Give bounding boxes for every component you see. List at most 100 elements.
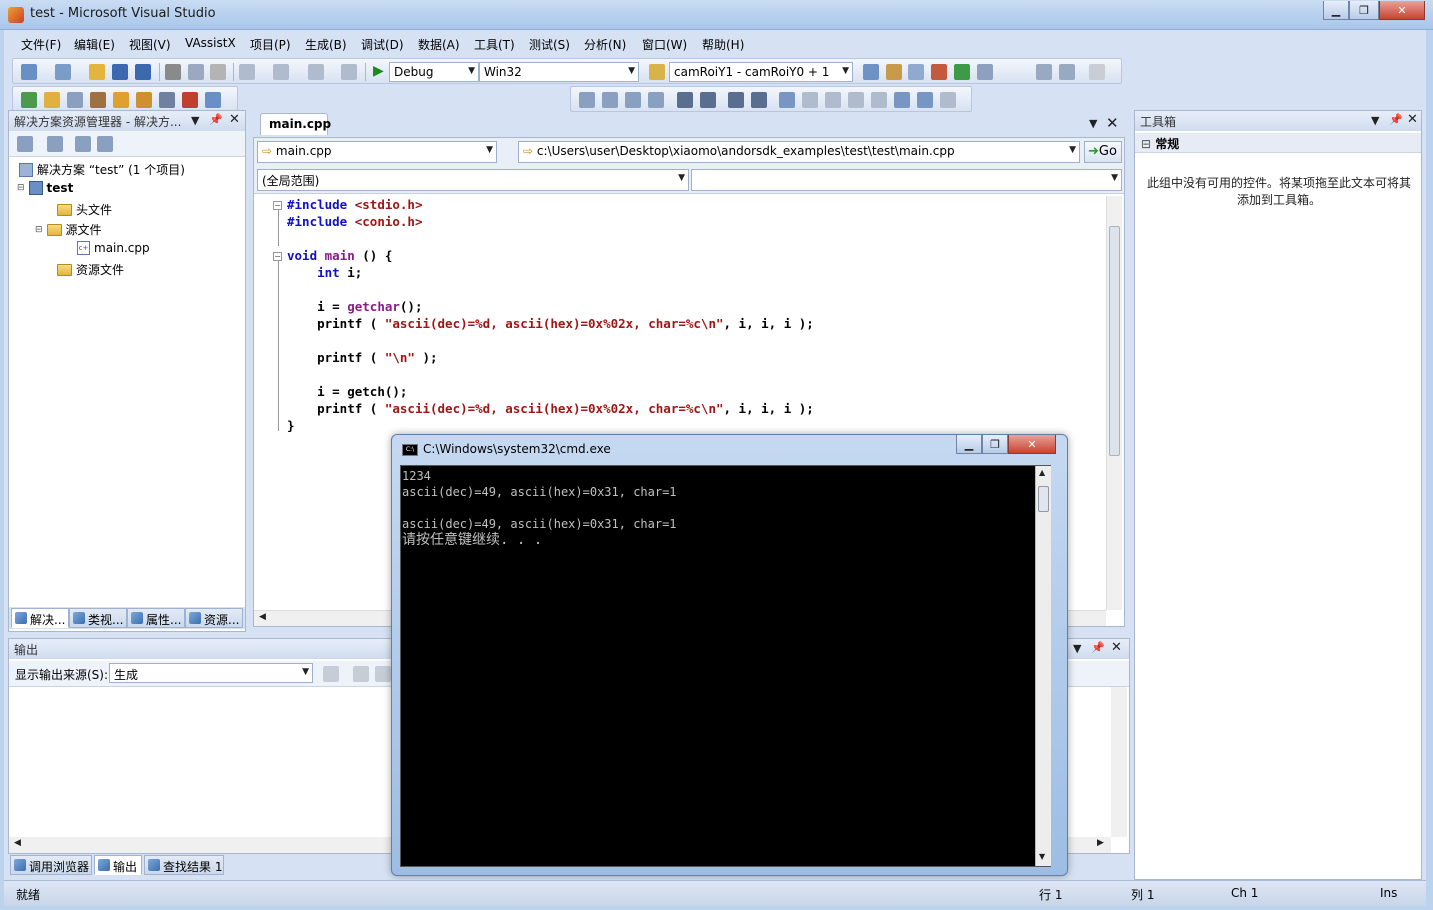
cmd-console[interactable]: 1234 ascii(dec)=49, ascii(hex)=0x31, cha…	[400, 465, 1051, 867]
comment-icon[interactable]	[728, 92, 744, 108]
platform-combo[interactable]: Win32 ▼	[479, 62, 639, 82]
display-members-icon[interactable]	[579, 92, 595, 108]
quick-info-icon[interactable]	[625, 92, 641, 108]
cut-icon[interactable]	[165, 64, 181, 80]
toolbox-group-general[interactable]: ⊟ 常规	[1135, 133, 1421, 153]
prev-bookmark-icon[interactable]	[802, 92, 818, 108]
refactor-icon[interactable]	[67, 92, 83, 108]
find-symbol-icon[interactable]	[90, 92, 106, 108]
header-files-folder[interactable]: 头文件	[57, 201, 112, 218]
scroll-up-icon[interactable]: ▲	[1039, 468, 1045, 477]
find-previous-icon[interactable]	[353, 666, 369, 682]
auto-hide-pin-icon[interactable]: 📌	[1389, 113, 1403, 126]
maximize-button[interactable]: ❐	[1349, 1, 1379, 20]
tab-resources[interactable]: 资源...	[185, 608, 243, 628]
add-item-icon[interactable]	[55, 64, 71, 80]
find-combo[interactable]: camRoiY1 - camRoiY0 + 1 ▼	[669, 62, 853, 82]
navigate-forward-icon[interactable]	[341, 64, 357, 80]
solution-node[interactable]: 解决方案 “test” (1 个项目)	[19, 161, 185, 178]
cmd-maximize-button[interactable]: ❐	[982, 435, 1008, 454]
main-cpp-file[interactable]: c+ main.cpp	[77, 241, 150, 255]
start-debugging-icon[interactable]: ▶	[373, 63, 384, 79]
menu-project[interactable]: 项目(P)	[250, 36, 291, 53]
navigate-back-icon[interactable]	[308, 64, 324, 80]
tab-solution[interactable]: 解决...	[11, 608, 69, 628]
insert-snippet-icon[interactable]	[159, 92, 175, 108]
menu-build[interactable]: 生成(B)	[305, 36, 347, 53]
tab-main-cpp[interactable]: main.cpp	[260, 113, 331, 135]
open-solution-icon[interactable]	[44, 92, 60, 108]
start-page-icon[interactable]	[954, 64, 970, 80]
list-methods-icon[interactable]	[136, 92, 152, 108]
show-all-files-icon[interactable]	[47, 136, 63, 152]
view-code-icon[interactable]	[75, 136, 91, 152]
toggle-bookmark-icon[interactable]	[779, 92, 795, 108]
menu-vassistx[interactable]: VAssistX	[185, 36, 236, 50]
menu-analyze[interactable]: 分析(N)	[584, 36, 626, 53]
menu-edit[interactable]: 编辑(E)	[74, 36, 115, 53]
fold-toggle-icon[interactable]: −	[273, 252, 282, 261]
complete-word-icon[interactable]	[648, 92, 664, 108]
members-combo[interactable]: ▼	[691, 169, 1122, 191]
menu-tools[interactable]: 工具(T)	[474, 36, 515, 53]
scroll-down-icon[interactable]: ▼	[1039, 852, 1045, 861]
close-icon[interactable]: ✕	[1106, 114, 1119, 132]
resource-files-folder[interactable]: 资源文件	[57, 261, 124, 278]
properties-icon[interactable]	[17, 136, 33, 152]
next-bookmark-icon[interactable]	[825, 92, 841, 108]
prev-bookmark-folder-icon[interactable]	[848, 92, 864, 108]
tab-call-browser[interactable]: 调用浏览器	[10, 855, 92, 875]
toolbox-icon[interactable]	[931, 64, 947, 80]
undo-icon[interactable]	[239, 64, 255, 80]
menu-help[interactable]: 帮助(H)	[702, 36, 744, 53]
tab-class-view[interactable]: 类视...	[69, 608, 127, 628]
close-icon[interactable]: ✕	[229, 112, 240, 127]
scrollbar-thumb[interactable]	[1038, 486, 1049, 512]
window-position-icon[interactable]: ▼	[191, 114, 199, 127]
path-combo[interactable]: ⇨ c:\Users\user\Desktop\xiaomo\andorsdk_…	[518, 141, 1080, 163]
redo-icon[interactable]	[273, 64, 289, 80]
next-bookmark-folder-icon[interactable]	[871, 92, 887, 108]
scroll-right-icon[interactable]: ▶	[1097, 838, 1104, 848]
collapse-icon[interactable]: ⊟	[17, 183, 25, 193]
tab-output[interactable]: 输出	[94, 855, 142, 875]
menu-data[interactable]: 数据(A)	[418, 36, 460, 53]
class-diagram-icon[interactable]	[97, 136, 113, 152]
command-window-icon[interactable]	[977, 64, 993, 80]
close-icon[interactable]: ✕	[1407, 112, 1418, 127]
clear-bookmarks-icon[interactable]	[940, 92, 956, 108]
scrollbar-thumb[interactable]	[1109, 226, 1120, 456]
collapse-icon[interactable]: ⊟	[35, 225, 43, 235]
grid-icon[interactable]	[1059, 64, 1075, 80]
decrease-indent-icon[interactable]	[677, 92, 693, 108]
save-icon[interactable]	[112, 64, 128, 80]
solution-explorer-icon[interactable]	[863, 64, 879, 80]
configuration-combo[interactable]: Debug ▼	[389, 62, 479, 82]
find-in-files-icon[interactable]	[649, 64, 665, 80]
object-browser-icon[interactable]	[908, 64, 924, 80]
minimize-button[interactable]: ▁	[1323, 1, 1349, 20]
parameter-info-icon[interactable]	[602, 92, 618, 108]
file-combo[interactable]: ⇨ main.cpp ▼	[257, 141, 497, 163]
close-icon[interactable]: ✕	[1111, 640, 1122, 655]
auto-hide-pin-icon[interactable]: 📌	[209, 113, 223, 126]
prev-bookmark-doc-icon[interactable]	[894, 92, 910, 108]
fold-toggle-icon[interactable]: −	[273, 201, 282, 210]
cmd-window[interactable]: C:\ C:\Windows\system32\cmd.exe ▁ ❐ ✕ 12…	[391, 434, 1068, 876]
menu-test[interactable]: 测试(S)	[529, 36, 570, 53]
source-files-folder[interactable]: ⊟ 源文件	[35, 221, 102, 238]
scope-combo[interactable]: (全局范围) ▼	[257, 169, 689, 191]
next-bookmark-doc-icon[interactable]	[917, 92, 933, 108]
properties-icon[interactable]	[886, 64, 902, 80]
uncomment-icon[interactable]	[751, 92, 767, 108]
output-vertical-scrollbar[interactable]	[1111, 687, 1127, 837]
menu-debug[interactable]: 调试(D)	[361, 36, 404, 53]
find-next-icon[interactable]	[375, 666, 391, 682]
paste-icon[interactable]	[210, 64, 226, 80]
tab-properties[interactable]: 属性...	[127, 608, 185, 628]
save-all-icon[interactable]	[135, 64, 151, 80]
project-node[interactable]: ⊟ test	[17, 181, 73, 195]
menu-view[interactable]: 视图(V)	[129, 36, 171, 53]
spell-check-icon[interactable]	[182, 92, 198, 108]
auto-hide-pin-icon[interactable]: 📌	[1091, 641, 1105, 654]
